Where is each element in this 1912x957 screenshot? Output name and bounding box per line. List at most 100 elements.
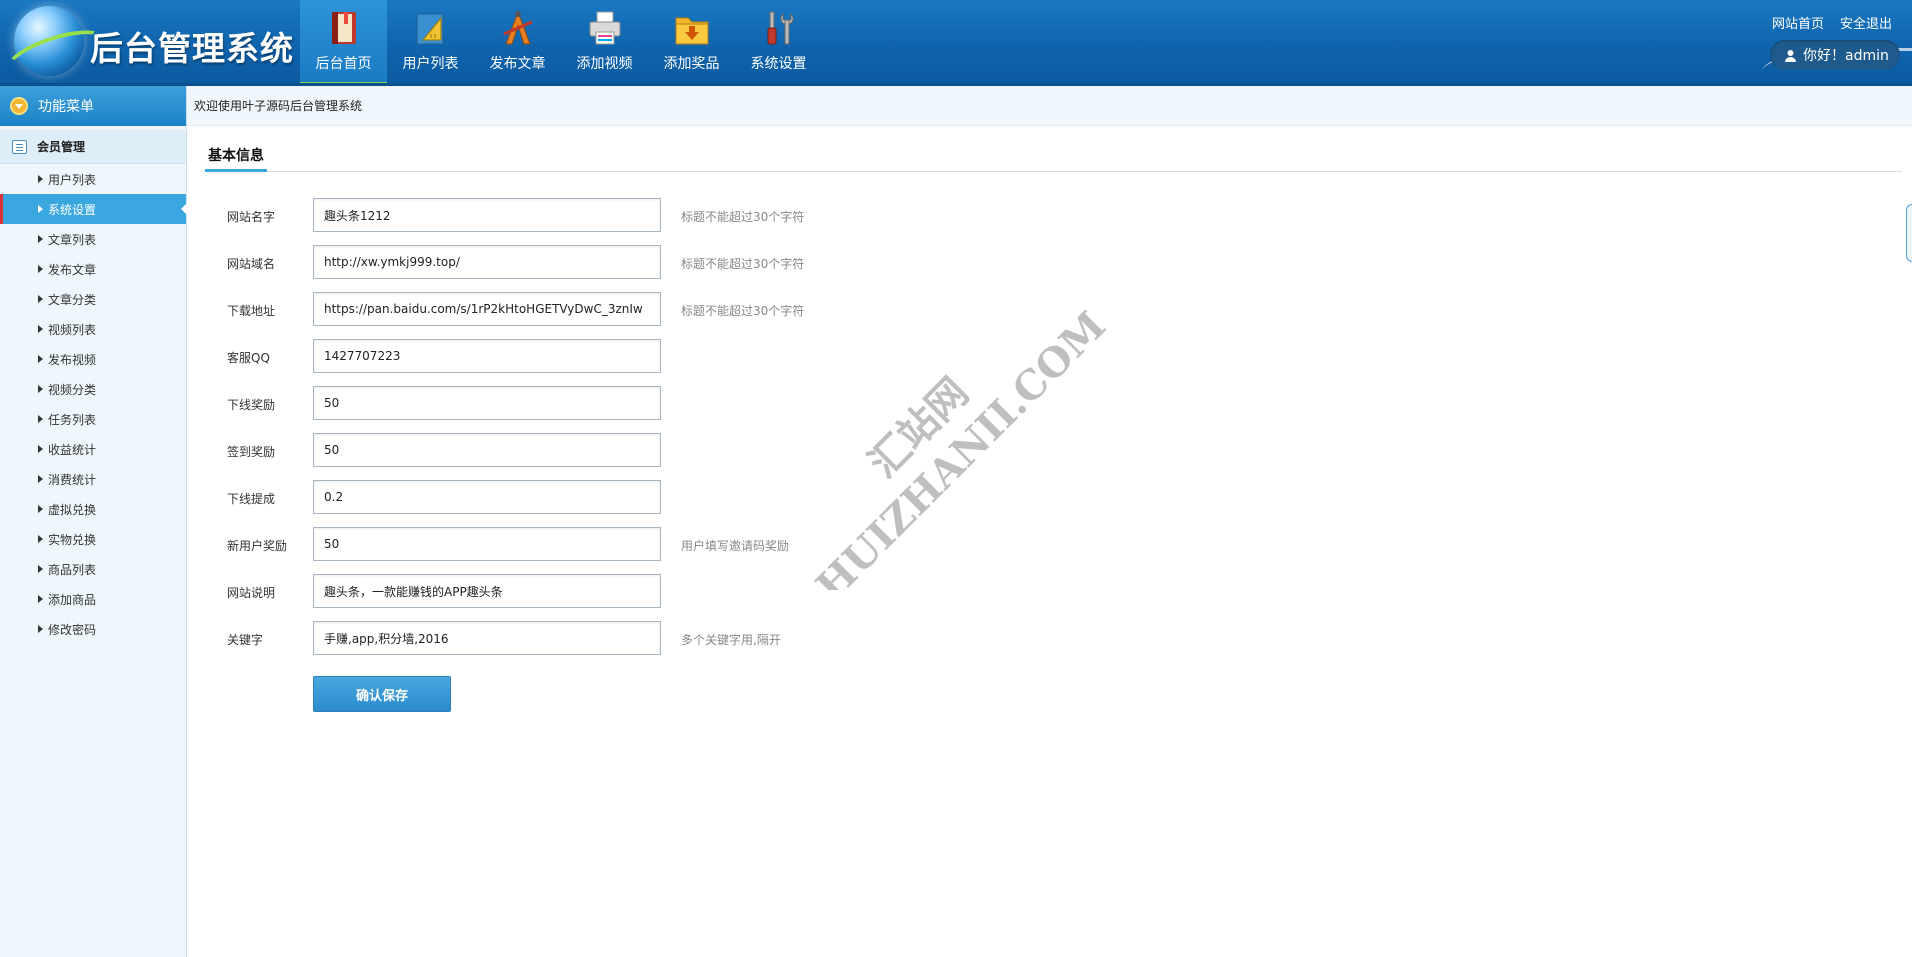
sidebar-item-change-password[interactable]: 修改密码 (0, 614, 186, 644)
form-row-support-qq: 客服QQ (187, 339, 1087, 373)
sidebar: 功能菜单 会员管理 用户列表 系统设置 文章列表 发布文章 文章分类 视频列表 … (0, 86, 187, 957)
chevron-down-icon (10, 97, 28, 115)
nav-item-system-settings[interactable]: 系统设置 (735, 0, 822, 86)
app-title: 后台管理系统 (90, 29, 294, 68)
nav-item-users[interactable]: 用户列表 (387, 0, 474, 86)
caret-right-icon (38, 355, 43, 363)
field-label: 下载地址 (227, 304, 276, 318)
form-row-checkin-reward: 签到奖励 (187, 433, 1087, 467)
referral-commission-input[interactable] (313, 480, 661, 514)
referral-reward-input[interactable] (313, 386, 661, 420)
form-row-new-user-reward: 新用户奖励 用户填写邀请码奖励 (187, 527, 1087, 561)
form-row-site-name: 网站名字 标题不能超过30个字符 (187, 198, 1087, 232)
sidebar-item-article-category[interactable]: 文章分类 (0, 284, 186, 314)
caret-right-icon (38, 565, 43, 573)
section-tab-bar: 基本信息 (205, 140, 1902, 172)
caret-right-icon (38, 475, 43, 483)
form-row-keywords: 关键字 多个关键字用,隔开 (187, 621, 1087, 655)
site-name-input[interactable] (313, 198, 661, 232)
nav-label: 添加视频 (576, 56, 633, 72)
top-links: 网站首页 安全退出 (1772, 13, 1892, 32)
nav-item-add-video[interactable]: 添加视频 (561, 0, 648, 86)
caret-right-icon (38, 385, 43, 393)
sidebar-header[interactable]: 功能菜单 (0, 86, 186, 126)
caret-right-icon (38, 205, 43, 213)
field-hint: 标题不能超过30个字符 (681, 304, 805, 318)
sidebar-item-publish-video[interactable]: 发布视频 (0, 344, 186, 374)
sidebar-item-product-list[interactable]: 商品列表 (0, 554, 186, 584)
site-home-link[interactable]: 网站首页 (1772, 13, 1824, 32)
support-qq-input[interactable] (313, 339, 661, 373)
field-label: 下线奖励 (227, 398, 276, 412)
top-header: 后台管理系统 后台首页 用户列表 发布文章 添加视频 添加奖品 系统设置 网站首… (0, 0, 1912, 86)
list-icon (12, 139, 27, 154)
greeting-text: 你好！admin (1803, 48, 1889, 64)
field-label: 签到奖励 (227, 445, 276, 459)
form-row-referral-reward: 下线奖励 (187, 386, 1087, 420)
caret-right-icon (38, 595, 43, 603)
caret-right-icon (38, 445, 43, 453)
tools-icon (767, 11, 793, 45)
sidebar-item-user-list[interactable]: 用户列表 (0, 164, 186, 194)
sidebar-item-add-product[interactable]: 添加商品 (0, 584, 186, 614)
breadcrumb: 欢迎使用叶子源码后台管理系统 (187, 86, 1912, 126)
nav-label: 发布文章 (489, 56, 546, 72)
sidebar-item-physical-exchange[interactable]: 实物兑换 (0, 524, 186, 554)
form-row-download-url: 下载地址 标题不能超过30个字符 (187, 292, 1087, 326)
field-label: 关键字 (227, 633, 264, 647)
field-hint: 多个关键字用,隔开 (681, 633, 781, 647)
sidebar-item-task-list[interactable]: 任务列表 (0, 404, 186, 434)
download-url-input[interactable] (313, 292, 661, 326)
site-domain-input[interactable] (313, 245, 661, 279)
field-label: 网站说明 (227, 586, 276, 600)
user-greeting[interactable]: 你好！admin (1770, 40, 1900, 70)
sidebar-title: 功能菜单 (38, 99, 94, 115)
tab-basic-info[interactable]: 基本信息 (205, 140, 267, 172)
sidebar-item-consumption-stats[interactable]: 消费统计 (0, 464, 186, 494)
save-button[interactable]: 确认保存 (313, 676, 451, 712)
main-content: 欢迎使用叶子源码后台管理系统 基本信息 网站名字 标题不能超过30个字符 网站域… (187, 86, 1912, 957)
top-nav: 后台首页 用户列表 发布文章 添加视频 添加奖品 系统设置 (300, 0, 822, 86)
field-hint: 标题不能超过30个字符 (681, 210, 805, 224)
sidebar-menu: 用户列表 系统设置 文章列表 发布文章 文章分类 视频列表 发布视频 视频分类 … (0, 164, 187, 644)
field-hint: 标题不能超过30个字符 (681, 257, 805, 271)
field-label: 下线提成 (227, 492, 276, 506)
ruler-icon (416, 13, 443, 45)
sidebar-group-label: 会员管理 (37, 140, 86, 154)
folder-download-icon (675, 17, 708, 45)
pencil-compass-icon (502, 10, 533, 45)
side-handle[interactable] (1906, 204, 1912, 262)
sidebar-item-income-stats[interactable]: 收益统计 (0, 434, 186, 464)
sidebar-item-video-category[interactable]: 视频分类 (0, 374, 186, 404)
field-label: 客服QQ (227, 351, 270, 365)
caret-right-icon (38, 535, 43, 543)
sidebar-item-publish-article[interactable]: 发布文章 (0, 254, 186, 284)
new-user-reward-input[interactable] (313, 527, 661, 561)
checkin-reward-input[interactable] (313, 433, 661, 467)
caret-right-icon (38, 505, 43, 513)
caret-right-icon (38, 325, 43, 333)
caret-right-icon (38, 415, 43, 423)
nav-item-publish-article[interactable]: 发布文章 (474, 0, 561, 86)
sidebar-item-virtual-exchange[interactable]: 虚拟兑换 (0, 494, 186, 524)
sidebar-item-article-list[interactable]: 文章列表 (0, 224, 186, 254)
book-icon (331, 12, 356, 44)
caret-right-icon (38, 265, 43, 273)
nav-label: 后台首页 (315, 56, 372, 72)
sidebar-item-system-settings[interactable]: 系统设置 (0, 194, 187, 224)
nav-item-home[interactable]: 后台首页 (300, 0, 387, 86)
sidebar-group-member[interactable]: 会员管理 (0, 130, 186, 164)
logout-link[interactable]: 安全退出 (1840, 13, 1892, 32)
user-icon (1785, 49, 1796, 62)
printer-icon (589, 11, 620, 45)
nav-item-add-prize[interactable]: 添加奖品 (648, 0, 735, 86)
globe-logo-icon (14, 6, 84, 76)
caret-right-icon (38, 625, 43, 633)
keywords-input[interactable] (313, 621, 661, 655)
form-row-referral-commission: 下线提成 (187, 480, 1087, 514)
sidebar-item-video-list[interactable]: 视频列表 (0, 314, 186, 344)
site-description-input[interactable] (313, 574, 661, 608)
caret-right-icon (38, 235, 43, 243)
caret-right-icon (38, 175, 43, 183)
form-row-site-description: 网站说明 (187, 574, 1087, 608)
